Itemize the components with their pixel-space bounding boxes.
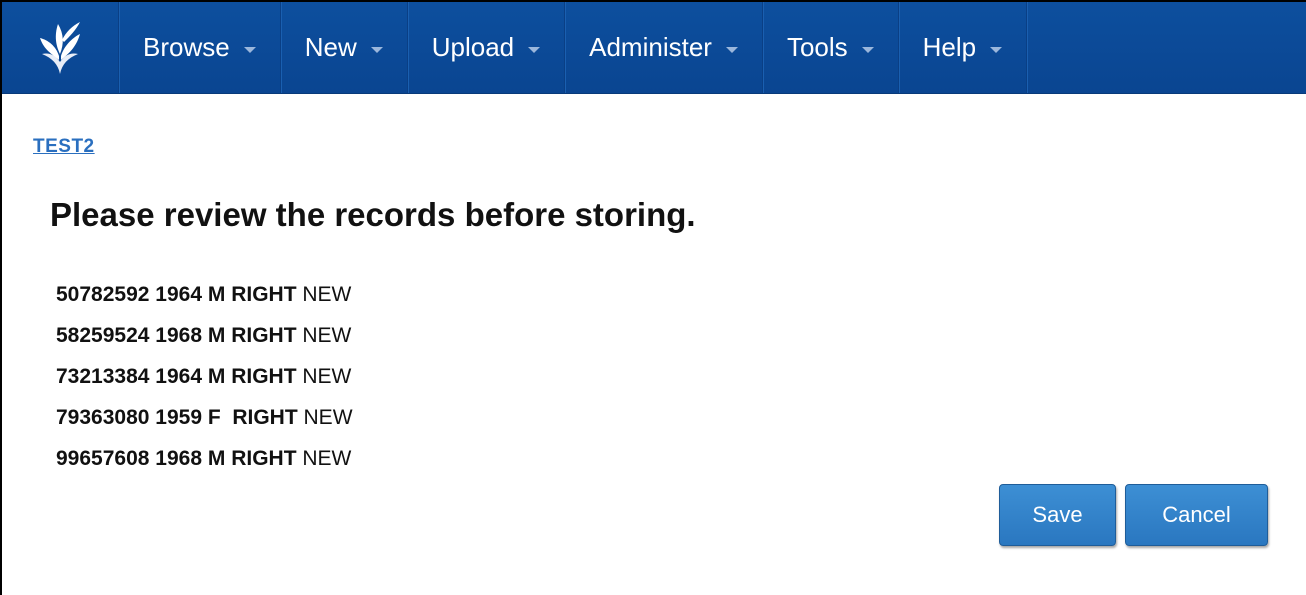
record-side: RIGHT <box>231 365 297 388</box>
nav-help[interactable]: Help <box>899 2 1028 93</box>
nav-new-label: New <box>304 32 357 62</box>
record-year: 1968 <box>155 324 202 347</box>
caret-down-icon <box>528 46 541 53</box>
record-status: NEW <box>303 406 353 429</box>
record-row: 50782592 1964 M RIGHT NEW <box>56 281 353 322</box>
nav-browse[interactable]: Browse <box>119 2 281 93</box>
record-id: 99657608 <box>56 447 150 470</box>
record-id: 79363080 <box>56 406 150 429</box>
record-row: 73213384 1964 M RIGHT NEW <box>56 363 353 404</box>
record-sex: M <box>207 365 226 388</box>
top-navbar: Browse New Upload Administer Tools Help <box>2 2 1306 94</box>
record-year: 1968 <box>155 447 202 470</box>
caret-down-icon <box>243 46 256 53</box>
record-status: NEW <box>302 324 352 347</box>
breadcrumb-project-link[interactable]: TEST2 <box>33 136 95 158</box>
record-sex: M <box>207 447 226 470</box>
cancel-button[interactable]: Cancel <box>1125 484 1268 546</box>
nav-administer[interactable]: Administer <box>565 2 763 93</box>
record-year: 1959 <box>155 406 202 429</box>
leaf-logo-icon <box>40 21 80 74</box>
record-id: 58259524 <box>56 324 150 347</box>
nav-tools[interactable]: Tools <box>763 2 899 93</box>
caret-down-icon <box>725 46 738 53</box>
record-status: NEW <box>302 447 352 470</box>
nav-new[interactable]: New <box>281 2 408 93</box>
record-year: 1964 <box>155 283 202 306</box>
record-status: NEW <box>302 365 352 388</box>
nav-administer-label: Administer <box>589 32 712 62</box>
brand-logo[interactable] <box>2 2 119 93</box>
save-button[interactable]: Save <box>999 484 1116 546</box>
record-side: RIGHT <box>232 406 298 429</box>
nav-browse-label: Browse <box>143 32 230 62</box>
record-id: 50782592 <box>56 283 150 306</box>
record-sex: M <box>207 324 226 347</box>
record-sex: M <box>207 283 226 306</box>
record-row: 58259524 1968 M RIGHT NEW <box>56 322 353 363</box>
caret-down-icon <box>370 46 383 53</box>
record-side: RIGHT <box>231 447 297 470</box>
caret-down-icon <box>861 46 874 53</box>
records-list: 50782592 1964 M RIGHT NEW 58259524 1968 … <box>56 281 353 486</box>
record-row: 99657608 1968 M RIGHT NEW <box>56 445 353 486</box>
nav-help-label: Help <box>922 32 977 62</box>
nav-tools-label: Tools <box>786 32 848 62</box>
record-year: 1964 <box>155 365 202 388</box>
caret-down-icon <box>990 46 1003 53</box>
record-status: NEW <box>302 283 352 306</box>
record-row: 79363080 1959 F RIGHT NEW <box>56 404 353 445</box>
page-title: Please review the records before storing… <box>50 196 696 233</box>
record-side: RIGHT <box>231 324 297 347</box>
nav-upload[interactable]: Upload <box>408 2 566 93</box>
record-side: RIGHT <box>231 283 297 306</box>
record-sex: F <box>207 406 221 429</box>
nav-upload-label: Upload <box>431 32 515 62</box>
record-id: 73213384 <box>56 365 150 388</box>
